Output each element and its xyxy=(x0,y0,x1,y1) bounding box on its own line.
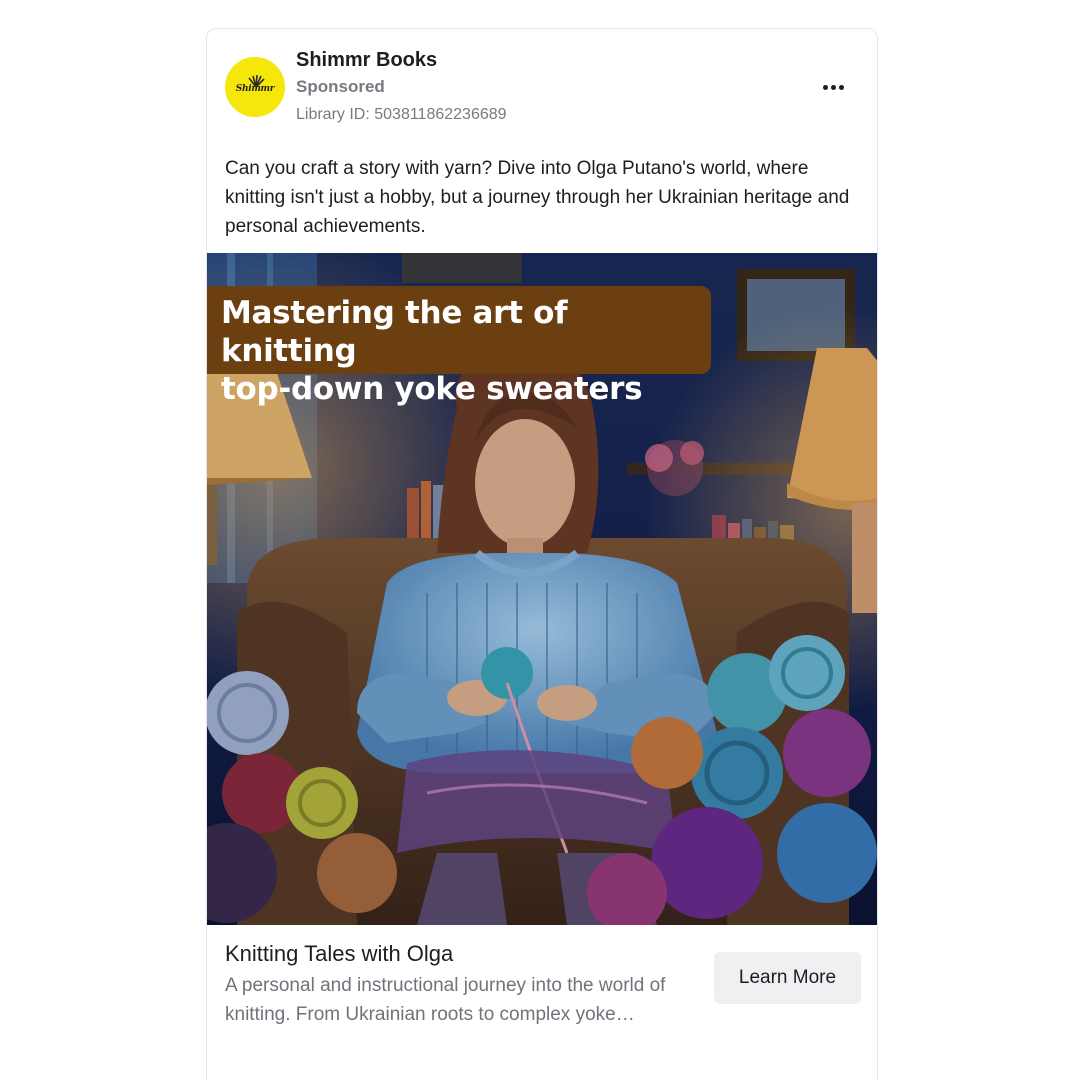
link-headline[interactable]: Knitting Tales with Olga xyxy=(225,941,453,967)
overlay-line-2: top-down yoke sweaters xyxy=(221,371,643,407)
post-body-text: Can you craft a story with yarn? Dive in… xyxy=(225,158,850,237)
learn-more-button[interactable]: Learn More xyxy=(714,952,861,1004)
ad-header: Shimmr Shimmr Books Sponsored Library ID… xyxy=(207,29,877,139)
overlay-line-1: Mastering the art of knitting xyxy=(221,295,568,369)
more-horizontal-icon xyxy=(822,84,828,90)
more-horizontal-icon xyxy=(830,84,836,90)
more-horizontal-icon xyxy=(838,84,844,90)
link-footer[interactable]: Knitting Tales with Olga A personal and … xyxy=(207,925,877,1080)
library-id: Library ID: 503811862236689 xyxy=(296,106,507,123)
creative-overlay-title: Mastering the art of knitting top-down y… xyxy=(207,286,711,407)
page-name[interactable]: Shimmr Books xyxy=(296,49,437,72)
logo-leaves-icon xyxy=(248,75,265,87)
ad-creative-image[interactable]: Mastering the art of knitting top-down y… xyxy=(207,253,877,925)
ad-card: Shimmr Shimmr Books Sponsored Library ID… xyxy=(206,28,878,1080)
more-options-button[interactable] xyxy=(813,73,853,101)
link-description: A personal and instructional journey int… xyxy=(225,975,666,1025)
avatar[interactable]: Shimmr xyxy=(225,57,285,117)
sponsored-label: Sponsored xyxy=(296,77,385,96)
